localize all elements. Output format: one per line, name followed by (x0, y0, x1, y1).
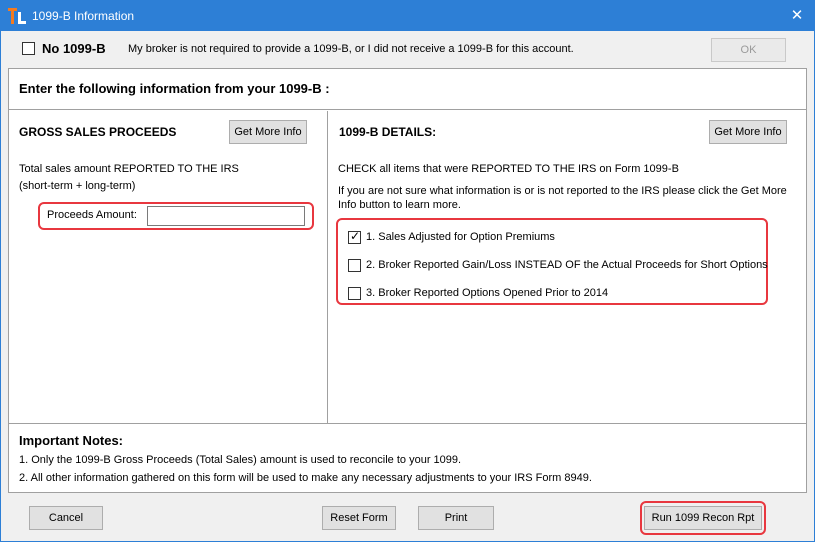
app-logo-icon (8, 8, 26, 24)
gross-get-more-info-button[interactable]: Get More Info (229, 120, 307, 144)
cancel-button[interactable]: Cancel (29, 506, 103, 530)
proceeds-amount-label: Proceeds Amount: (47, 209, 137, 221)
note-line-2: 2. All other information gathered on thi… (19, 472, 592, 484)
form-frame: Enter the following information from you… (8, 68, 807, 493)
instruction-heading: Enter the following information from you… (19, 81, 330, 96)
option-1-label[interactable]: 1. Sales Adjusted for Option Premiums (366, 231, 555, 243)
details-get-more-info-button[interactable]: Get More Info (709, 120, 787, 144)
details-help-line2: Info button to learn more. (338, 199, 461, 211)
no-1099-checkbox[interactable] (22, 42, 35, 55)
option-3-checkbox[interactable] (348, 287, 361, 300)
option-2-label[interactable]: 2. Broker Reported Gain/Loss INSTEAD OF … (366, 259, 768, 271)
note-line-1: 1. Only the 1099-B Gross Proceeds (Total… (19, 454, 462, 466)
no-1099-label[interactable]: No 1099-B (42, 41, 106, 56)
notes-title: Important Notes: (19, 433, 123, 448)
print-button[interactable]: Print (418, 506, 494, 530)
details-panel: 1099-B DETAILS: Get More Info CHECK all … (329, 111, 806, 423)
details-check-instruction: CHECK all items that were REPORTED TO TH… (338, 163, 679, 175)
details-title: 1099-B DETAILS: (339, 125, 437, 139)
checkmark-icon: ✓ (350, 229, 361, 243)
close-icon[interactable]: ✕ (787, 6, 807, 26)
gross-description-line1: Total sales amount REPORTED TO THE IRS (19, 163, 239, 175)
gross-proceeds-title: GROSS SALES PROCEEDS (19, 125, 177, 139)
no-1099-bar: No 1099-B My broker is not required to p… (8, 33, 807, 65)
title-bar[interactable]: 1099-B Information ✕ (0, 0, 815, 31)
no-1099-description: My broker is not required to provide a 1… (128, 43, 574, 55)
instruction-panel: Enter the following information from you… (9, 69, 806, 110)
proceeds-amount-input[interactable] (147, 206, 305, 226)
option-3-label[interactable]: 3. Broker Reported Options Opened Prior … (366, 287, 608, 299)
dialog-window: 1099-B Information ✕ No 1099-B My broker… (0, 0, 815, 542)
option-1-checkbox[interactable]: ✓ (348, 229, 361, 244)
run-1099-recon-report-button[interactable]: Run 1099 Recon Rpt (644, 506, 762, 530)
important-notes-panel: Important Notes: 1. Only the 1099-B Gros… (9, 423, 806, 493)
gross-proceeds-panel: GROSS SALES PROCEEDS Get More Info Total… (9, 111, 328, 423)
dialog-body: No 1099-B My broker is not required to p… (1, 31, 814, 541)
window-title: 1099-B Information (32, 9, 135, 23)
option-2-checkbox[interactable] (348, 259, 361, 272)
reset-form-button[interactable]: Reset Form (322, 506, 396, 530)
ok-button[interactable]: OK (711, 38, 786, 62)
gross-description-line2: (short-term + long-term) (19, 180, 136, 192)
